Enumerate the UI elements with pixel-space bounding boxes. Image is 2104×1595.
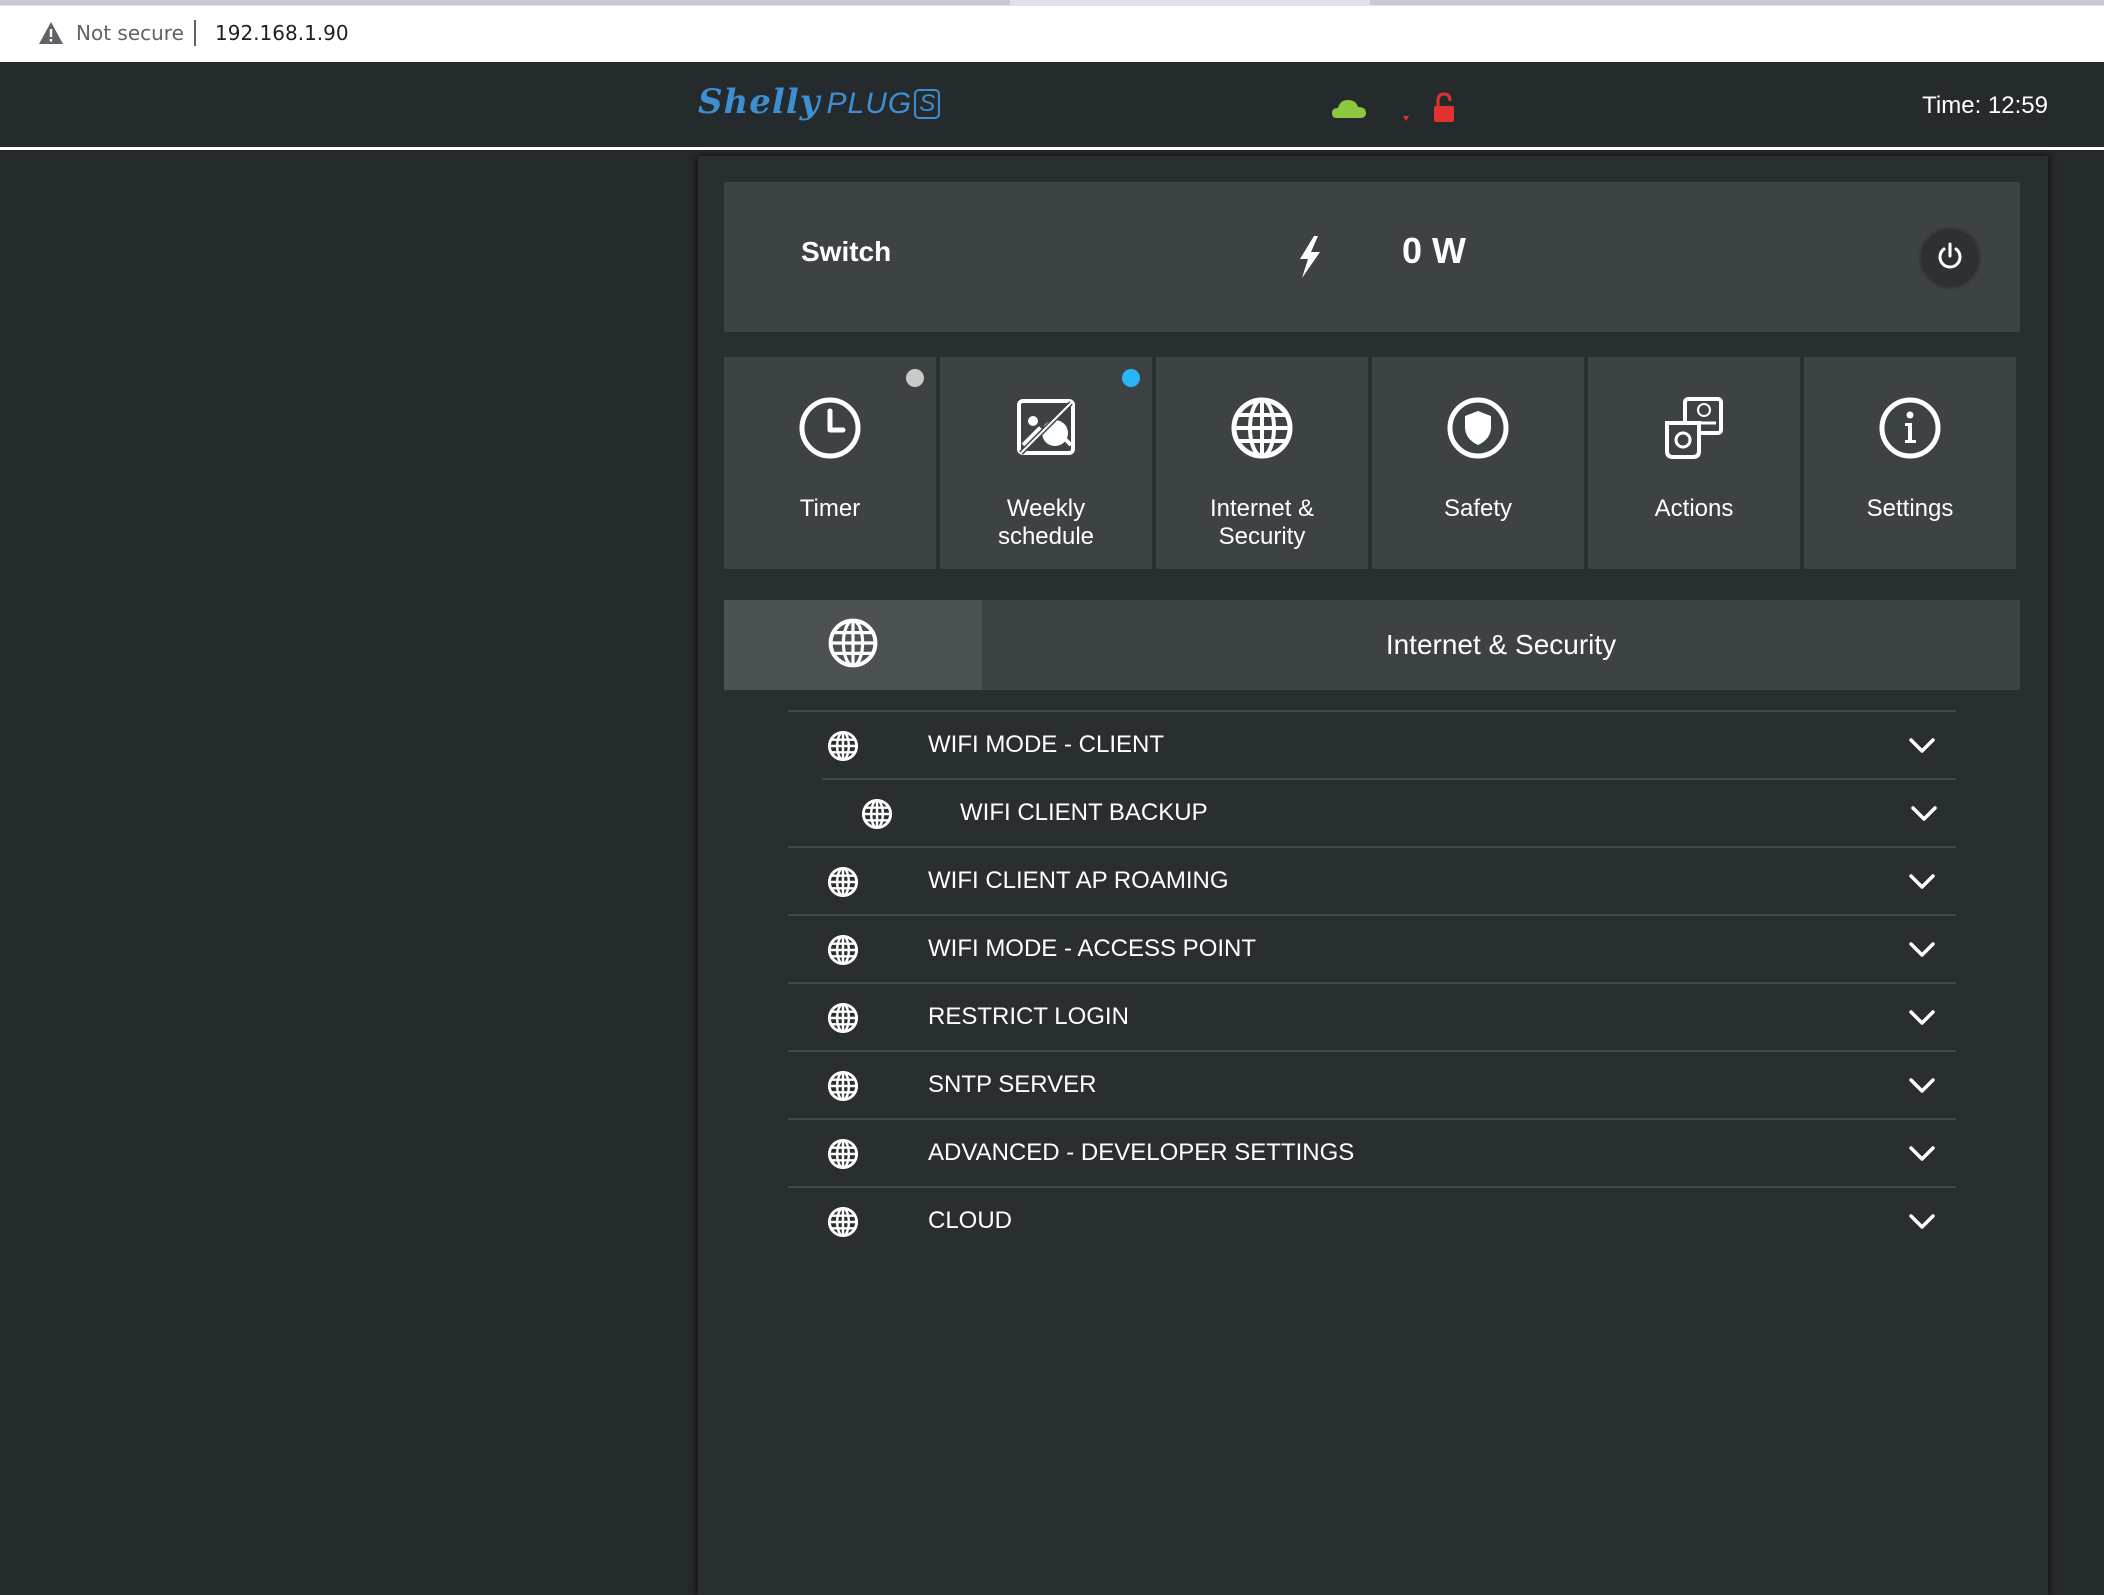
timer-status-dot [906,369,924,387]
section-header: Internet & Security [724,600,2020,690]
chevron-down-icon[interactable] [1908,938,1936,960]
power-icon [1934,240,1966,277]
feature-tiles: Timer Weekly schedule Internet & Securit… [724,357,2020,569]
setting-sntp-server[interactable]: SNTP SERVER [788,1050,1956,1118]
setting-cloud[interactable]: CLOUD [788,1186,1956,1254]
setting-label: SNTP SERVER [928,1071,1097,1098]
calendar-schedule-icon [1011,393,1081,463]
tab-strip [0,0,2104,6]
globe-icon [826,729,860,763]
globe-icon [826,1205,860,1239]
actions-icon [1659,393,1729,463]
chevron-down-icon[interactable] [1908,734,1936,756]
main-panel: Switch 0 W Timer Weekly schedule Interne… [698,156,2048,1595]
setting-label: WIFI CLIENT BACKUP [960,799,1208,826]
logo-brand: Shelly [698,82,821,122]
cloud-icon[interactable] [1332,100,1366,118]
tile-settings[interactable]: Settings [1804,357,2016,569]
wifi-signal-icon[interactable] [1403,116,1409,121]
tile-timer[interactable]: Timer [724,357,936,569]
chevron-down-icon[interactable] [1908,1210,1936,1232]
time-display: Time: 12:59 [1922,92,2048,119]
chevron-down-icon[interactable] [1908,1006,1936,1028]
setting-label: RESTRICT LOGIN [928,1003,1129,1030]
section-title: Internet & Security [1385,629,1617,660]
tile-label: Internet & Security [1209,495,1315,550]
omnibox[interactable]: Not secure 192.168.1.90 [12,8,2104,58]
shield-icon [1443,393,1513,463]
setting-wifi-mode-client[interactable]: WIFI MODE - CLIENT [788,710,1956,778]
tile-safety[interactable]: Safety [1372,357,1584,569]
setting-wifi-client-backup[interactable]: WIFI CLIENT BACKUP [822,778,1956,846]
tile-internet-security[interactable]: Internet & Security [1156,357,1368,569]
clock-icon [795,393,865,463]
globe-icon [826,1001,860,1035]
tile-label: Settings [1866,495,1954,522]
globe-icon [1227,393,1297,463]
info-icon [1875,393,1945,463]
warning-icon [38,21,64,45]
schedule-status-dot [1122,369,1140,387]
chevron-down-icon[interactable] [1908,1142,1936,1164]
setting-label: ADVANCED - DEVELOPER SETTINGS [928,1139,1355,1166]
browser-address-bar: Not secure 192.168.1.90 [0,0,2104,62]
setting-advanced-developer[interactable]: ADVANCED - DEVELOPER SETTINGS [788,1118,1956,1186]
tile-label: Actions [1654,495,1734,522]
shelly-plug-s-logo: Shelly PLUG S [698,82,941,130]
chevron-down-icon[interactable] [1908,1074,1936,1096]
setting-label: WIFI CLIENT AP ROAMING [928,867,1229,894]
power-reading: 0 W [1402,230,1467,271]
chevron-down-icon[interactable] [1910,802,1938,824]
globe-icon [860,797,894,831]
url-text[interactable]: 192.168.1.90 [215,18,349,48]
security-indicator[interactable]: Not secure [38,18,184,48]
app-header: Shelly PLUG S Time: 12:59 [0,62,2104,150]
setting-wifi-mode-access-point[interactable]: WIFI MODE - ACCESS POINT [788,914,1956,982]
globe-icon [826,1069,860,1103]
tile-label: Safety [1443,495,1513,522]
setting-label: WIFI MODE - ACCESS POINT [928,935,1257,962]
globe-icon [826,1137,860,1171]
tile-weekly-schedule[interactable]: Weekly schedule [940,357,1152,569]
lock-open-icon[interactable] [1434,92,1454,122]
switch-card: Switch 0 W [724,182,2020,332]
lightning-bolt-icon [1294,234,1324,285]
tile-label: Timer [799,495,861,522]
not-secure-label: Not secure [76,21,184,45]
logo-product: PLUG [826,87,913,120]
setting-wifi-client-ap-roaming[interactable]: WIFI CLIENT AP ROAMING [788,846,1956,914]
logo-badge: S [914,89,941,119]
switch-label: Switch [801,236,892,267]
power-toggle-button[interactable] [1919,227,1981,289]
globe-icon [826,865,860,899]
setting-label: CLOUD [928,1207,1013,1234]
url-divider [194,20,196,46]
setting-restrict-login[interactable]: RESTRICT LOGIN [788,982,1956,1050]
setting-label: WIFI MODE - CLIENT [928,731,1164,758]
globe-icon [825,615,881,676]
status-icons [1330,90,1480,130]
section-icon-box [724,600,982,690]
globe-icon [826,933,860,967]
tile-label: Weekly schedule [997,495,1095,550]
tile-actions[interactable]: Actions [1588,357,1800,569]
chevron-down-icon[interactable] [1908,870,1936,892]
